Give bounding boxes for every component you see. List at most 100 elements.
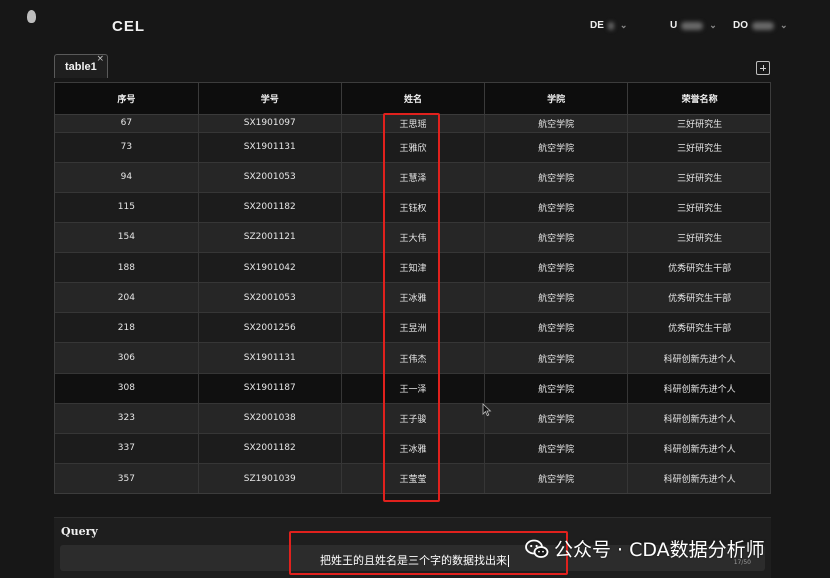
table-cell: 357 <box>55 463 199 493</box>
table-cell: 王知津 <box>341 252 486 284</box>
menu-item-3[interactable]: DO ⌄ <box>733 20 788 31</box>
column-header[interactable]: 序号 <box>55 83 199 115</box>
table-row[interactable]: 154 SZ2001121 王大伟 航空学院 三好研究生 <box>55 222 770 254</box>
table-cell: 科研创新先进个人 <box>627 433 770 465</box>
menu-label-1: DE <box>590 20 604 31</box>
table-cell: 王大伟 <box>341 222 486 254</box>
table-row[interactable]: 73 SX1901131 王雅欣 航空学院 三好研究生 <box>55 132 770 163</box>
table-cell: 航空学院 <box>484 252 629 284</box>
table-cell: 王昱洲 <box>341 312 486 344</box>
table-cell: SX1901131 <box>198 342 342 374</box>
table-row[interactable]: 115 SX2001182 王钰权 航空学院 三好研究生 <box>55 192 770 223</box>
table-cell: 王慧泽 <box>341 162 486 193</box>
table-row[interactable]: 357 SZ1901039 王莹莹 航空学院 科研创新先进个人 <box>55 463 770 493</box>
column-header[interactable]: 学院 <box>484 83 629 115</box>
query-value: 把姓王的且姓名是三个字的数据找出来 <box>320 554 507 567</box>
table-cell: 王莹莹 <box>341 463 486 493</box>
table-cell: 航空学院 <box>484 342 629 374</box>
table-row[interactable]: 218 SX2001256 王昱洲 航空学院 优秀研究生干部 <box>55 312 770 344</box>
table-cell: 科研创新先进个人 <box>627 463 770 493</box>
table-row[interactable]: 188 SX1901042 王知津 航空学院 优秀研究生干部 <box>55 252 770 284</box>
table-cell: 94 <box>55 162 199 193</box>
table-cell: 73 <box>55 132 199 163</box>
table-cell: 航空学院 <box>484 312 629 344</box>
text-caret <box>508 555 509 567</box>
menu-label-3: DO <box>733 20 748 31</box>
table-row[interactable]: 337 SX2001182 王冰雅 航空学院 科研创新先进个人 <box>55 433 770 465</box>
table-cell: 王冰雅 <box>341 282 486 314</box>
table-header-row: 序号 学号 姓名 学院 荣誉名称 <box>55 83 770 115</box>
blurred-text <box>607 21 614 30</box>
table-row[interactable]: 94 SX2001053 王慧泽 航空学院 三好研究生 <box>55 162 770 193</box>
table-cell: 科研创新先进个人 <box>627 403 770 434</box>
table-row[interactable]: 308 SX1901187 王一泽 航空学院 科研创新先进个人 <box>55 373 770 404</box>
menu-item-1[interactable]: DE ⌄ <box>590 20 627 31</box>
chevron-down-icon: ⌄ <box>780 20 788 30</box>
tab-table1[interactable]: table1 × <box>54 54 108 78</box>
table-cell: 优秀研究生干部 <box>627 252 770 284</box>
table-cell: 航空学院 <box>484 463 629 493</box>
table-cell: 优秀研究生干部 <box>627 282 770 314</box>
table-row[interactable]: 323 SX2001038 王子骏 航空学院 科研创新先进个人 <box>55 403 770 434</box>
table-cell: 308 <box>55 373 199 404</box>
menu-label-2: U <box>670 20 678 31</box>
query-text: 把姓王的且姓名是三个字的数据找出来 <box>320 552 509 568</box>
table-cell: 王雅欣 <box>341 132 486 163</box>
table-cell: 航空学院 <box>484 433 629 465</box>
table-row[interactable]: 306 SX1901131 王伟杰 航空学院 科研创新先进个人 <box>55 342 770 374</box>
add-tab-icon[interactable] <box>756 61 770 75</box>
wechat-icon <box>525 539 549 558</box>
table-cell: SX1901187 <box>198 373 342 404</box>
chevron-down-icon: ⌄ <box>709 20 717 30</box>
table-cell: SX2001053 <box>198 162 342 193</box>
close-icon[interactable]: × <box>96 54 104 64</box>
table-cell: 航空学院 <box>484 222 629 254</box>
watermark-text: 公众号 · CDA数据分析师 <box>554 539 765 561</box>
table-cell: 科研创新先进个人 <box>627 342 770 374</box>
table-cell: 航空学院 <box>484 373 629 404</box>
table-row[interactable]: 67 SX1901097 王思瑶 航空学院 三好研究生 <box>55 114 770 133</box>
table-cell: SX2001256 <box>198 312 342 344</box>
column-header[interactable]: 荣誉名称 <box>627 83 770 115</box>
table-cell: 王一泽 <box>341 373 486 404</box>
table-cell: 优秀研究生干部 <box>627 312 770 344</box>
app-window: CEL DE ⌄ U ⌄ DO ⌄ table1 × 序号 学号 姓名 学院 荣… <box>0 0 830 578</box>
query-label: Query <box>61 525 98 538</box>
table-cell: SX2001053 <box>198 282 342 314</box>
table-cell: 王钰权 <box>341 192 486 223</box>
menu-item-2[interactable]: U ⌄ <box>670 20 717 31</box>
column-header[interactable]: 姓名 <box>341 83 486 115</box>
table-cell: 三好研究生 <box>627 114 770 133</box>
watermark: 公众号 · CDA数据分析师 <box>525 535 765 562</box>
table-cell: 154 <box>55 222 199 254</box>
table-cell: 王冰雅 <box>341 433 486 465</box>
table-cell: 航空学院 <box>484 114 629 133</box>
table-cell: 三好研究生 <box>627 132 770 163</box>
table-cell: SX2001182 <box>198 433 342 465</box>
table-cell: 188 <box>55 252 199 284</box>
table-cell: 航空学院 <box>484 192 629 223</box>
table-cell: 三好研究生 <box>627 192 770 223</box>
table-cell: 三好研究生 <box>627 162 770 193</box>
app-brand: CEL <box>112 18 145 35</box>
table-cell: 218 <box>55 312 199 344</box>
table-cell: 航空学院 <box>484 282 629 314</box>
table-cell: 航空学院 <box>484 162 629 193</box>
app-logo-icon <box>27 10 36 23</box>
chevron-down-icon: ⌄ <box>619 20 628 30</box>
blurred-text <box>752 21 774 30</box>
table-cell: 204 <box>55 282 199 314</box>
table-row[interactable]: 204 SX2001053 王冰雅 航空学院 优秀研究生干部 <box>55 282 770 314</box>
table-cell: SZ2001121 <box>198 222 342 254</box>
blurred-text <box>681 21 704 30</box>
column-header[interactable]: 学号 <box>198 83 342 115</box>
table-cell: 306 <box>55 342 199 374</box>
table-cell: 337 <box>55 433 199 465</box>
mouse-cursor-icon <box>482 403 492 417</box>
table-cell: 王思瑶 <box>341 114 486 133</box>
table-cell: SX1901131 <box>198 132 342 163</box>
tab-label: table1 <box>65 61 97 73</box>
table-cell: SX2001038 <box>198 403 342 434</box>
table-cell: SX1901097 <box>198 114 342 133</box>
table-cell: SZ1901039 <box>198 463 342 493</box>
